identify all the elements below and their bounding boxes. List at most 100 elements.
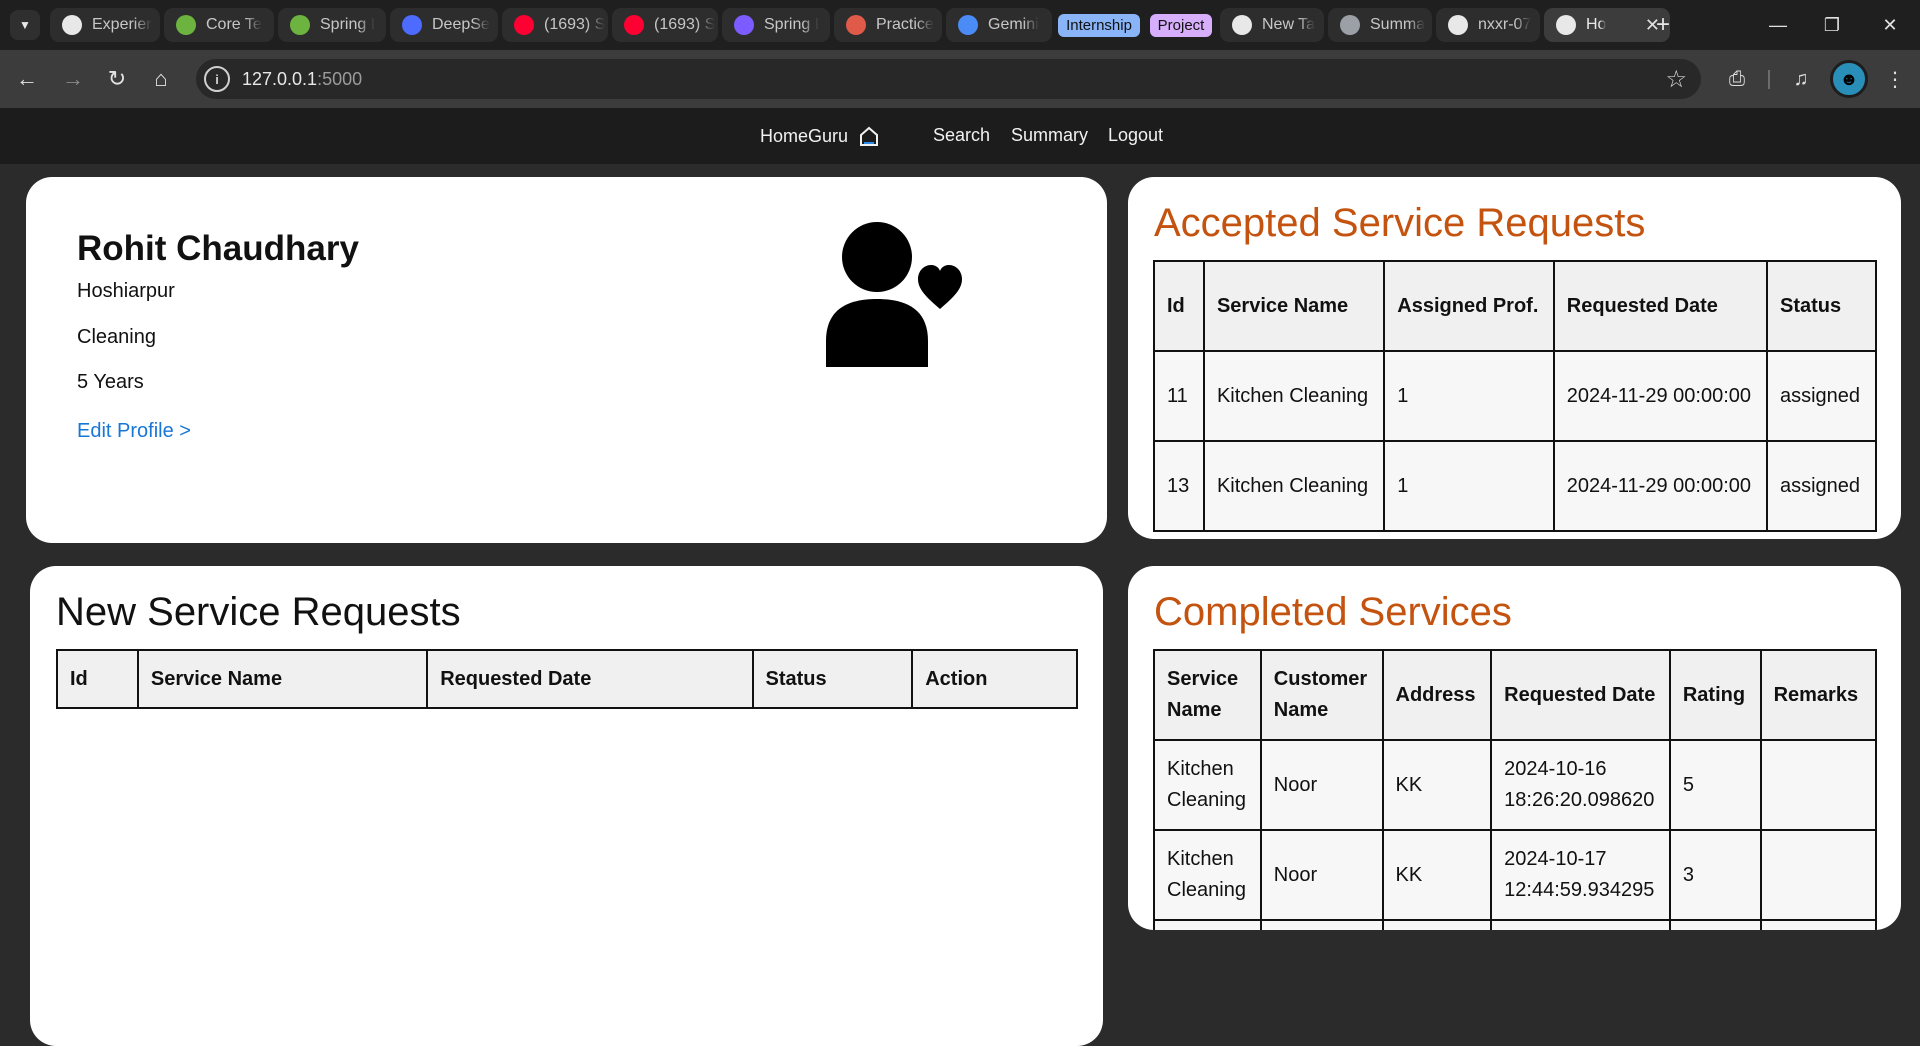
address-bar[interactable]: i 127.0.0.1:5000 ☆ — [196, 59, 1701, 99]
browser-tab-8[interactable]: Gemini — [946, 8, 1052, 42]
browser-tab-12[interactable]: Summa — [1328, 8, 1432, 42]
table-cell: Kitchen Cleaning — [1153, 829, 1262, 921]
browser-tab-2[interactable]: Spring I — [278, 8, 386, 42]
home-icon[interactable]: ⌂ — [146, 64, 176, 94]
github-icon — [1448, 15, 1468, 35]
profile-avatar-icon[interactable]: ☻ — [1830, 60, 1868, 98]
url-text[interactable]: 127.0.0.1:5000 — [242, 69, 362, 90]
table-cell: Noor — [1259, 739, 1384, 831]
spring-icon — [290, 15, 310, 35]
column-header: Requested Date — [1490, 649, 1671, 741]
spring-ai-icon — [734, 15, 754, 35]
chrome-icon — [1232, 15, 1252, 35]
browser-tab-7[interactable]: Practice — [834, 8, 942, 42]
tab-search-button[interactable]: ▼ — [10, 10, 40, 40]
table-cell — [1668, 919, 1762, 930]
browser-tab-0[interactable]: Experier — [50, 8, 160, 42]
youtube-icon — [624, 15, 644, 35]
table-cell: KK — [1381, 829, 1493, 921]
globe-icon — [1340, 15, 1360, 35]
table-row: 13 Kitchen Cleaning 1 2024-11-29 00:00:00 as… — [1153, 440, 1878, 532]
table-cell — [1759, 919, 1878, 930]
nav-search-link[interactable]: Search — [933, 125, 990, 146]
minimize-icon[interactable]: — — [1758, 10, 1798, 40]
browser-tab-6[interactable]: Spring I — [722, 8, 830, 42]
table-cell — [1381, 919, 1493, 930]
forward-icon[interactable]: → — [58, 64, 88, 94]
table-header-row: Id Service Name Assigned Prof. Requested Da… — [1153, 260, 1878, 352]
browser-tab-4[interactable]: (1693) S — [502, 8, 608, 42]
user-heart-icon — [826, 222, 962, 367]
tab-group-label: Internship — [1058, 13, 1140, 37]
table-cell: KK — [1381, 739, 1493, 831]
tab-title: New Ta — [1262, 16, 1316, 33]
gemini-icon — [958, 15, 978, 35]
browser-tab-13[interactable]: nxxr-07 — [1436, 8, 1540, 42]
table-header-row: Id Service Name Requested Date Status Action — [56, 649, 1078, 709]
restore-icon[interactable]: ❐ — [1812, 10, 1852, 40]
brand-logo[interactable]: HomeGuru — [760, 125, 880, 147]
bookmark-star-icon[interactable]: ☆ — [1665, 65, 1687, 94]
nav-logout-link[interactable]: Logout — [1108, 125, 1163, 146]
house-icon — [860, 126, 879, 146]
column-header: Rating — [1668, 649, 1762, 741]
site-info-icon[interactable]: i — [204, 66, 230, 92]
table-cell: Kitchen Cleaning — [1153, 739, 1262, 831]
extensions-icon[interactable]: ⎙ — [1722, 64, 1752, 94]
edit-profile-link[interactable]: Edit Profile > — [77, 420, 191, 443]
browser-toolbar: ← → ↻ ⌂ i 127.0.0.1:5000 ☆ ⎙ | ♫ ☻ ⋮ — [0, 50, 1920, 108]
reload-icon[interactable]: ↻ — [102, 64, 132, 94]
column-header: Id — [56, 649, 139, 709]
table-cell: Noor — [1259, 829, 1384, 921]
app-navbar: HomeGuru Search Summary Logout — [0, 108, 1920, 164]
completed-services-table: Service Name Customer Name Address Requeste… — [1153, 649, 1878, 930]
tab-title: Spring I — [320, 16, 376, 33]
browser-tab-1[interactable]: Core Te — [164, 8, 274, 42]
back-icon[interactable]: ← — [12, 64, 42, 94]
tab-title: Spring I — [764, 16, 820, 33]
table-cell: 1 — [1383, 350, 1555, 442]
tab-title: (1693) S — [544, 16, 606, 33]
browser-tab-strip: ▼ Experier Core Te Spring I DeepSe (1693) S (… — [0, 0, 1920, 50]
media-control-icon[interactable]: ♫ — [1786, 64, 1816, 94]
completed-services-card: Completed Services Service Name Customer … — [1128, 566, 1901, 930]
column-header: Assigned Prof. — [1383, 260, 1555, 352]
tab-title: DeepSe — [432, 16, 490, 33]
column-header: Status — [1765, 260, 1878, 352]
table-cell: 11 — [1153, 350, 1205, 442]
table-cell: 3 — [1668, 829, 1762, 921]
profile-service: Cleaning — [77, 326, 156, 348]
browser-tab-11[interactable]: New Ta — [1220, 8, 1324, 42]
column-header: Customer Name — [1259, 649, 1384, 741]
column-header: Address — [1381, 649, 1493, 741]
column-header: Service Name — [1153, 649, 1262, 741]
table-cell: 13 — [1153, 440, 1205, 532]
column-header: Requested Date — [426, 649, 754, 709]
tab-group-10[interactable]: Project — [1146, 8, 1216, 42]
nav-summary-link[interactable]: Summary — [1011, 125, 1088, 146]
profile-name: Rohit Chaudhary — [77, 229, 359, 268]
tab-title: Gemini — [988, 16, 1039, 33]
browser-menu-icon[interactable]: ⋮ — [1880, 64, 1910, 94]
column-header: Status — [751, 649, 914, 709]
table-cell: 5 — [1668, 739, 1762, 831]
new-requests-table: Id Service Name Requested Date Status Action — [56, 649, 1078, 709]
openai-icon — [62, 15, 82, 35]
browser-tab-3[interactable]: DeepSe — [390, 8, 498, 42]
tab-title: nxxr-07 — [1478, 16, 1532, 33]
new-requests-card: New Service Requests Id Service Name Reque… — [30, 566, 1103, 1046]
browser-tab-5[interactable]: (1693) S — [612, 8, 718, 42]
toolbar-divider: | — [1766, 67, 1772, 90]
profile-card: Rohit Chaudhary Hoshiarpur Cleaning 5 Ye… — [26, 177, 1107, 543]
tab-group-9[interactable]: Internship — [1056, 8, 1142, 42]
column-header: Requested Date — [1552, 260, 1768, 352]
rocket-icon — [846, 15, 866, 35]
tab-title: (1693) S — [654, 16, 716, 33]
home-icon — [1556, 15, 1576, 35]
close-window-icon[interactable]: ✕ — [1870, 10, 1910, 40]
table-cell — [1490, 919, 1671, 930]
table-cell — [1759, 739, 1878, 831]
new-tab-button[interactable]: + — [1648, 10, 1678, 40]
column-header: Action — [911, 649, 1078, 709]
deepseek-icon — [402, 15, 422, 35]
